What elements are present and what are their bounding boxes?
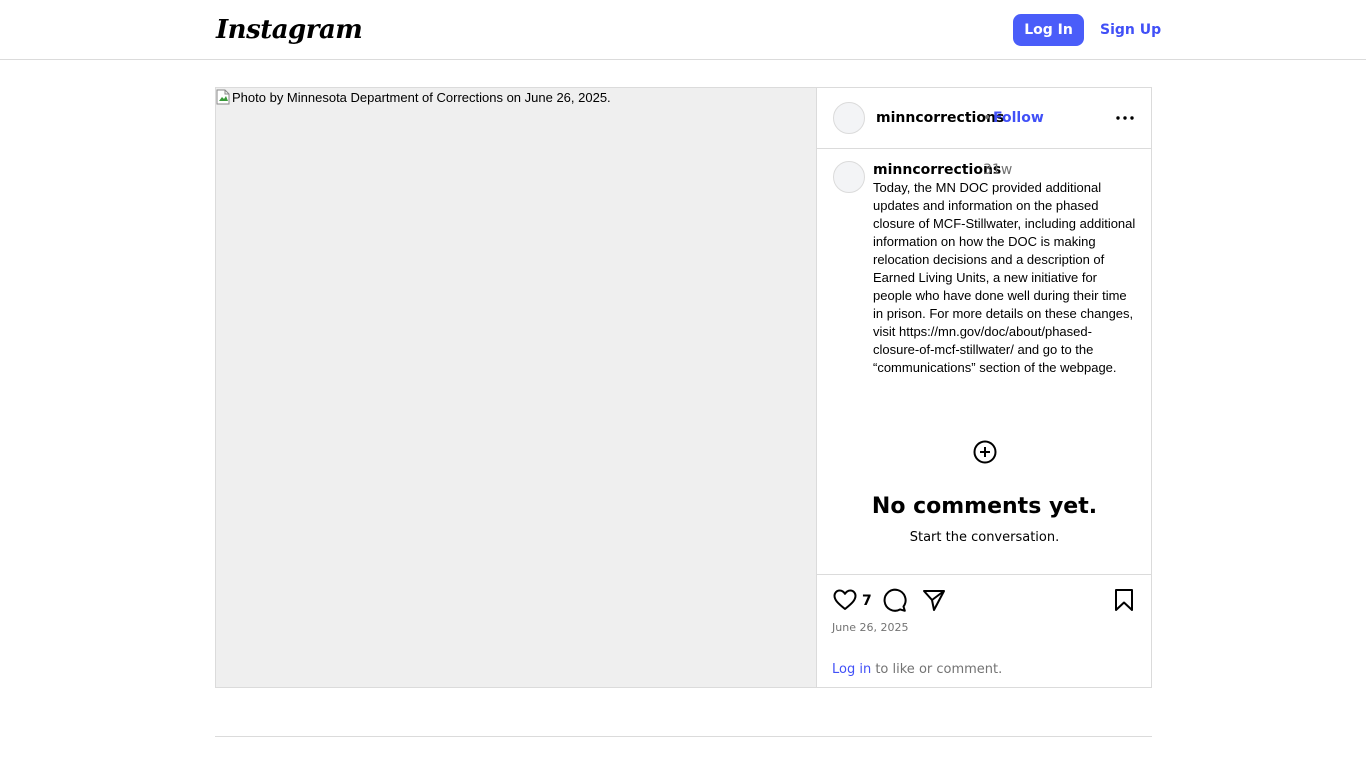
post-media[interactable]: Photo by Minnesota Department of Correct… bbox=[216, 88, 816, 687]
media-alt-text-wrapper: Photo by Minnesota Department of Correct… bbox=[216, 89, 611, 105]
broken-image-icon bbox=[216, 89, 230, 105]
footer-divider bbox=[215, 736, 1152, 737]
caption-text: Today, the MN DOC provided additional up… bbox=[873, 180, 1136, 375]
caption-username[interactable]: minncorrections bbox=[873, 161, 1001, 179]
log-in-button[interactable]: Log In bbox=[1013, 14, 1084, 46]
post-actions: 7 June 26, 2025 Log in to like or commen… bbox=[817, 574, 1152, 687]
post-sidebar: minncorrections • Follow minncorrections… bbox=[816, 88, 1152, 687]
like-count[interactable]: 7 bbox=[862, 592, 872, 610]
post-date[interactable]: June 26, 2025 bbox=[832, 621, 908, 635]
instagram-logo[interactable]: Instagram bbox=[216, 14, 363, 46]
add-circle-icon bbox=[973, 440, 997, 464]
author-avatar[interactable] bbox=[833, 102, 865, 134]
separator-dot: • bbox=[983, 110, 992, 126]
share-icon[interactable] bbox=[921, 587, 947, 613]
post-author-header: minncorrections • Follow bbox=[817, 88, 1152, 149]
caption-and-comments: minncorrections 31w Today, the MN DOC pr… bbox=[817, 149, 1152, 574]
log-in-link[interactable]: Log in bbox=[832, 662, 871, 677]
no-comments-subtitle: Start the conversation. bbox=[909, 530, 1060, 545]
bookmark-icon[interactable] bbox=[1111, 587, 1137, 613]
post-card: Photo by Minnesota Department of Correct… bbox=[215, 87, 1152, 688]
comment-icon[interactable] bbox=[881, 587, 907, 613]
follow-button[interactable]: Follow bbox=[993, 109, 1044, 127]
top-nav-bar: Instagram Log In Sign Up bbox=[0, 0, 1366, 60]
more-options-icon[interactable] bbox=[1113, 108, 1137, 128]
no-comments-title: No comments yet. bbox=[871, 494, 1098, 519]
login-prompt-suffix: to like or comment. bbox=[871, 662, 1003, 677]
caption-avatar[interactable] bbox=[833, 161, 865, 193]
caption-timestamp[interactable]: 31w bbox=[983, 161, 1012, 179]
media-alt-text: Photo by Minnesota Department of Correct… bbox=[232, 89, 611, 105]
sign-up-link[interactable]: Sign Up bbox=[1100, 14, 1161, 46]
login-prompt: Log in to like or comment. bbox=[832, 661, 1002, 679]
heart-icon[interactable] bbox=[832, 587, 858, 613]
